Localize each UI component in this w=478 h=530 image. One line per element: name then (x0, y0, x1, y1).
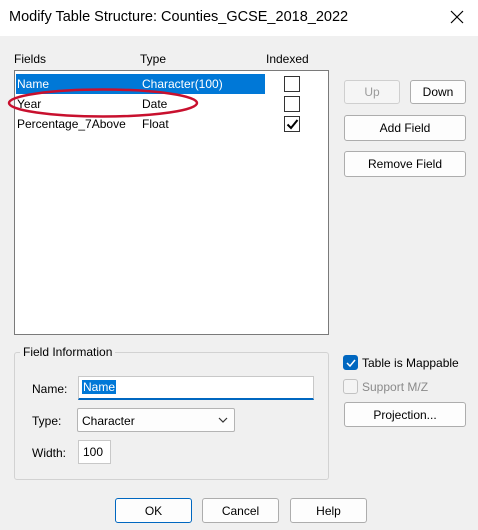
down-button[interactable]: Down (410, 80, 466, 104)
chevron-down-icon (218, 417, 228, 423)
add-field-button[interactable]: Add Field (344, 115, 466, 141)
indexed-column-header: Indexed (266, 52, 309, 66)
width-input[interactable]: 100 (78, 440, 111, 464)
name-label: Name: (32, 382, 68, 396)
name-input-value: Name (82, 380, 117, 394)
close-icon (450, 10, 464, 24)
window-title: Modify Table Structure: Counties_GCSE_20… (9, 9, 349, 25)
field-name-cell: Percentage_7Above (17, 117, 126, 131)
type-label: Type: (32, 414, 62, 428)
indexed-checkbox-name[interactable] (284, 76, 300, 92)
up-button[interactable]: Up (344, 80, 400, 104)
type-select-value: Character (82, 414, 135, 428)
support-mz-label: Support M/Z (362, 380, 429, 394)
remove-field-button[interactable]: Remove Field (344, 151, 466, 177)
help-button[interactable]: Help (290, 498, 367, 523)
width-input-value: 100 (83, 445, 104, 459)
support-mz-checkbox[interactable] (343, 379, 358, 394)
name-input[interactable]: Name (78, 376, 314, 400)
checkmark-icon (286, 119, 299, 130)
projection-button[interactable]: Projection... (344, 402, 466, 427)
indexed-checkbox-year[interactable] (284, 96, 300, 112)
title-bar: Modify Table Structure: Counties_GCSE_20… (0, 0, 478, 36)
close-button[interactable] (442, 3, 472, 31)
table-mappable-checkbox[interactable] (343, 355, 358, 370)
annotation-ellipse (7, 88, 199, 118)
modify-table-structure-dialog: Modify Table Structure: Counties_GCSE_20… (0, 0, 478, 530)
field-information-title: Field Information (20, 345, 116, 359)
field-type-cell: Float (142, 117, 169, 131)
ok-button[interactable]: OK (115, 498, 192, 523)
type-column-header: Type (140, 52, 167, 66)
table-mappable-label: Table is Mappable (362, 356, 459, 370)
fields-column-header: Fields (14, 52, 47, 66)
cancel-button[interactable]: Cancel (202, 498, 279, 523)
checkmark-icon (346, 359, 356, 368)
type-select[interactable]: Character (77, 408, 235, 432)
width-label: Width: (32, 446, 67, 460)
indexed-checkbox-percentage[interactable] (284, 116, 300, 132)
